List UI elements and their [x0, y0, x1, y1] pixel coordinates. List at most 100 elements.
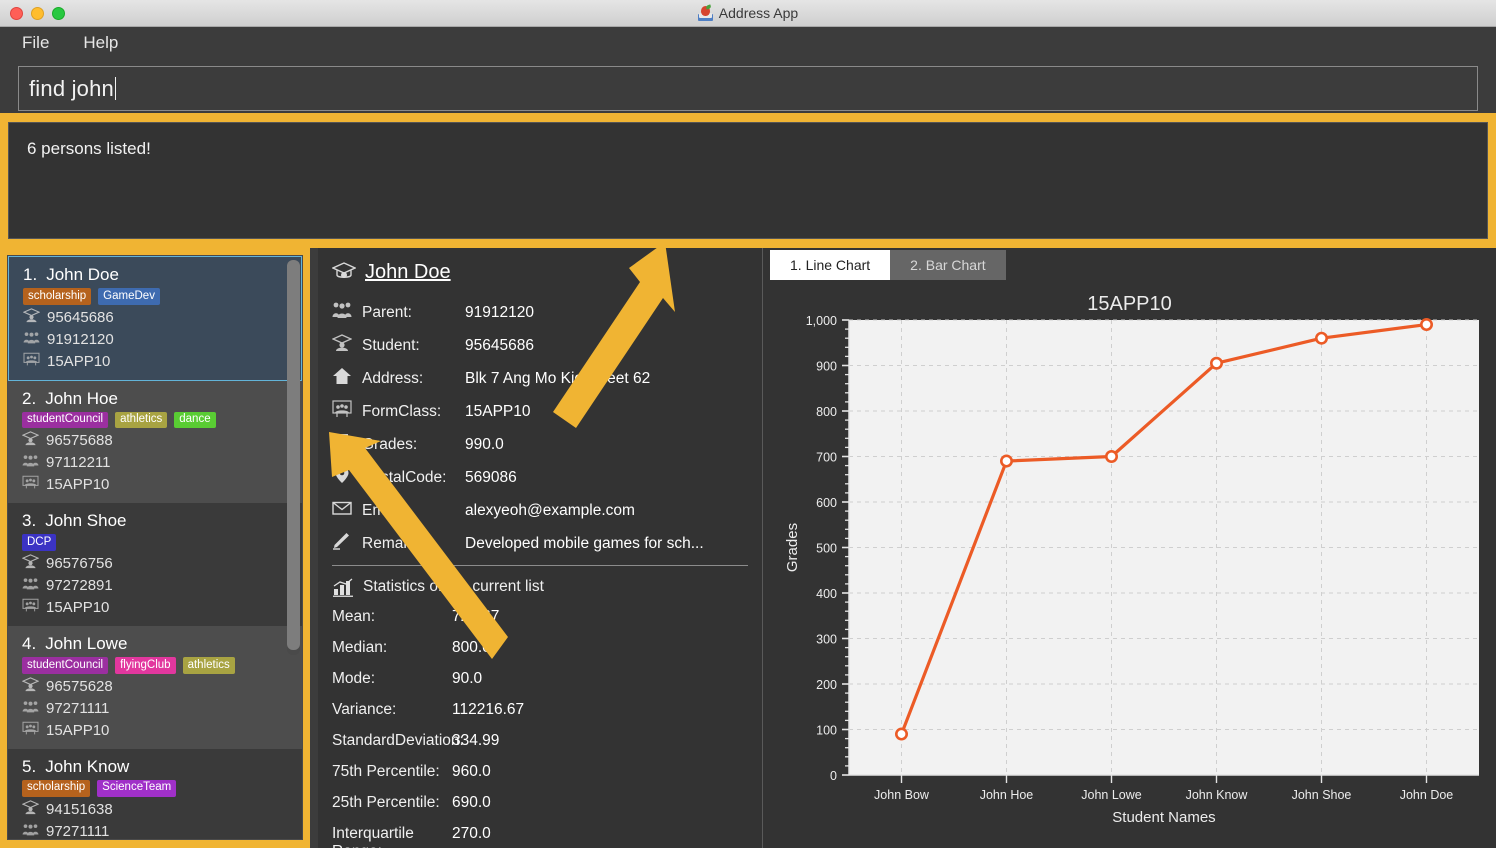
- family-icon: [332, 301, 362, 324]
- y-axis-tick-label: 200: [816, 678, 837, 692]
- tab-line-chart[interactable]: 1. Line Chart: [770, 250, 891, 280]
- detail-field-label: PostalCode:: [362, 468, 447, 486]
- plot-background: [849, 320, 1479, 775]
- line-chart-plot: 0 100 200 300 400 500 600 700 800 900 1,000 John Bo…: [784, 314, 1479, 826]
- statistic-label: Mean:: [332, 608, 376, 625]
- menu-help[interactable]: Help: [79, 31, 122, 55]
- data-point-marker[interactable]: [895, 727, 909, 741]
- y-axis-tick-label: 300: [816, 633, 837, 647]
- person-list-item-index: 2.: [22, 388, 37, 408]
- person-list-panel[interactable]: 1. John Doe scholarship GameDev 95645686 9191…: [7, 255, 303, 840]
- data-point-marker[interactable]: [1000, 454, 1014, 468]
- statistic-label: 25th Percentile:: [332, 794, 440, 811]
- statistic-label: StandardDeviation:: [332, 732, 464, 749]
- person-parent-phone: 97271111: [46, 822, 110, 840]
- svg-text:A: A: [339, 440, 343, 446]
- person-list-item[interactable]: 1. John Doe scholarship GameDev 95645686 9191…: [8, 256, 302, 381]
- data-point-marker[interactable]: [1314, 331, 1328, 345]
- person-list-item-index: 4.: [22, 634, 37, 654]
- person-student-phone: 95645686: [47, 308, 114, 326]
- x-axis-tick-label: John Know: [1186, 788, 1249, 802]
- list-class-icon: [22, 475, 39, 494]
- x-axis-tick-label: John Hoe: [980, 788, 1034, 802]
- statistic-value: 960.0: [452, 763, 491, 780]
- home-icon: [332, 367, 362, 390]
- command-input-field[interactable]: find john: [18, 66, 1478, 111]
- detail-field-value: 91912120: [465, 303, 534, 321]
- person-student-phone-row: 96575688: [21, 431, 292, 450]
- y-axis-tick-label: 400: [816, 587, 837, 601]
- person-list-item-title: 2. John Hoe: [22, 389, 292, 409]
- list-family-icon: [22, 453, 39, 472]
- graduate-icon: [332, 262, 356, 278]
- student-icon: [331, 334, 362, 357]
- data-point-marker[interactable]: [1104, 450, 1118, 464]
- person-list-scrollbar-thumb[interactable]: [287, 260, 300, 650]
- x-axis-tick-label: John Doe: [1400, 788, 1454, 802]
- statistic-row: 25th Percentile: 690.0: [332, 794, 748, 812]
- person-list-item[interactable]: 2. John Hoe studentCouncil athletics dance 96…: [8, 380, 302, 504]
- y-axis-tick-label: 800: [816, 405, 837, 419]
- class-icon: [332, 400, 362, 423]
- title-bar: Address App: [0, 0, 1496, 27]
- person-parent-phone-row: 97112211: [22, 453, 292, 472]
- person-tag: ScienceTeam: [97, 779, 177, 797]
- list-class-icon: [22, 598, 39, 617]
- detail-field-label: Grades:: [362, 435, 418, 453]
- person-form-class-row: 15APP10: [22, 598, 292, 617]
- statistic-label: Mode:: [332, 670, 376, 687]
- y-axis-title: Grades: [784, 523, 801, 572]
- x-axis-tick-label: John Lowe: [1081, 788, 1142, 802]
- minimize-button[interactable]: [31, 7, 44, 20]
- detail-field-value: 569086: [465, 468, 517, 486]
- data-point-marker[interactable]: [1209, 356, 1223, 370]
- person-tag-row: DCP: [22, 534, 292, 552]
- detail-field-row: Address: Blk 7 Ang Mo Kio Street 62: [332, 367, 748, 390]
- list-family-icon: [23, 330, 40, 349]
- list-student-icon: [22, 307, 41, 327]
- person-list-item[interactable]: 5. John Know scholarship ScienceTeam 9415163…: [8, 748, 302, 840]
- menu-file[interactable]: File: [18, 31, 53, 55]
- detail-field-row: Student: 95645686: [331, 334, 748, 357]
- data-point-marker[interactable]: [1419, 318, 1433, 332]
- person-list-highlight: 1. John Doe scholarship GameDev 95645686 9191…: [0, 248, 310, 848]
- result-display-text: 6 persons listed!: [27, 139, 151, 158]
- bar-chart-icon: [333, 578, 353, 597]
- detail-field-value: Developed mobile games for sch...: [465, 534, 704, 552]
- detail-field-label: Student:: [362, 336, 420, 354]
- person-form-class: 15APP10: [46, 476, 110, 494]
- person-tag: athletics: [182, 657, 235, 674]
- person-list-item-index: 3.: [22, 511, 37, 531]
- statistic-row: StandardDeviation: 334.99: [332, 732, 748, 750]
- pin-icon: [332, 466, 362, 489]
- person-form-class-row: 15APP10: [22, 475, 292, 494]
- person-tag: dance: [174, 411, 216, 429]
- person-tag: GameDev: [98, 288, 160, 305]
- statistic-row: Mean: 721.67: [332, 608, 748, 626]
- tab-bar-chart[interactable]: 2. Bar Chart: [890, 250, 1006, 280]
- x-axis-title: Student Names: [1112, 809, 1215, 826]
- person-list-item[interactable]: 3. John Shoe DCP 96576756 97272891 15APP10: [8, 503, 302, 627]
- detail-person-name[interactable]: John Doe: [365, 261, 451, 284]
- statistic-value: 270.0: [452, 825, 491, 842]
- person-parent-phone: 91912120: [47, 330, 114, 348]
- person-list-item[interactable]: 4. John Lowe studentCouncil flyingClub athle…: [8, 626, 302, 749]
- command-input-value: find john: [29, 75, 114, 101]
- person-tag: DCP: [22, 534, 57, 552]
- close-button[interactable]: [10, 7, 23, 20]
- document-icon: A: [332, 433, 362, 456]
- person-list-item-index: 1.: [23, 265, 38, 284]
- person-form-class-row: 15APP10: [22, 721, 292, 740]
- person-parent-phone-row: 97272891: [22, 576, 292, 595]
- chart-panel: 1. Line Chart 2. Bar Chart 15APP10 0 100 2…: [763, 248, 1496, 848]
- person-parent-phone-row: 97271111: [22, 822, 292, 840]
- maximize-button[interactable]: [52, 7, 65, 20]
- person-list-item-name: John Hoe: [45, 388, 118, 408]
- chart-title: 15APP10: [1087, 293, 1172, 315]
- detail-field-label: FormClass:: [362, 402, 442, 420]
- statistic-label: Variance:: [332, 701, 397, 718]
- person-student-phone: 96575688: [46, 432, 113, 450]
- person-student-phone: 96576756: [46, 555, 113, 573]
- list-student-icon: [21, 677, 40, 696]
- window-title: Address App: [697, 3, 798, 21]
